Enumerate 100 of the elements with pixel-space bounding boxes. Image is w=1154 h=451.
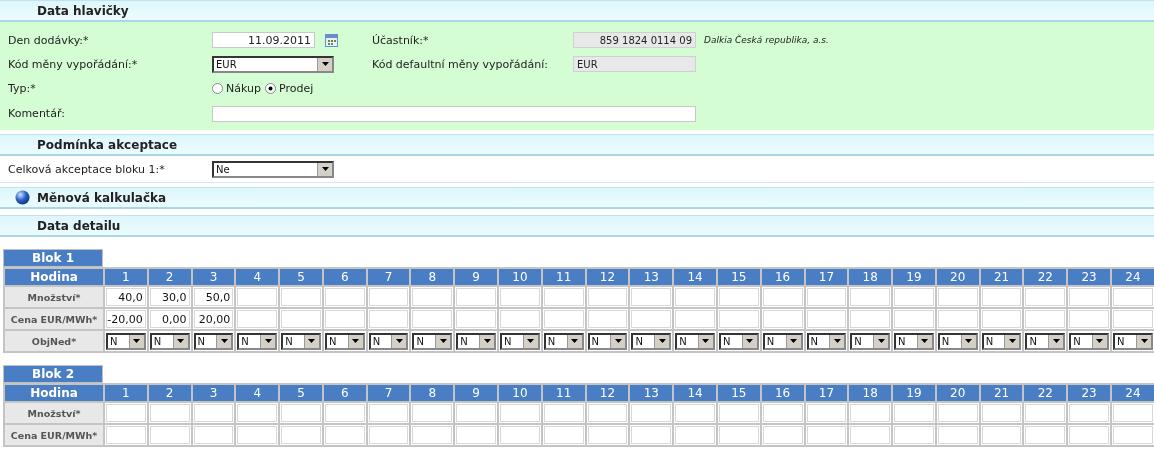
input-field[interactable]	[237, 288, 278, 306]
input-field[interactable]	[456, 310, 497, 328]
comment-field[interactable]	[212, 105, 696, 122]
input-field[interactable]	[806, 426, 847, 444]
input-field[interactable]	[587, 310, 628, 328]
input-field[interactable]	[324, 426, 365, 444]
dropdown[interactable]: N	[1025, 332, 1066, 350]
dropdown[interactable]: N	[850, 332, 891, 350]
input-field[interactable]	[412, 288, 453, 306]
input-field[interactable]	[412, 310, 453, 328]
dropdown[interactable]: N	[937, 332, 978, 350]
input-field[interactable]	[281, 310, 321, 328]
dropdown[interactable]: N	[106, 332, 146, 350]
radio-option[interactable]: Nákup	[212, 82, 261, 95]
input-field[interactable]	[324, 404, 365, 422]
input-field[interactable]	[324, 288, 365, 306]
input-field[interactable]	[281, 426, 321, 444]
section-header[interactable]: Měnová kalkulačka	[0, 187, 1154, 209]
input-field[interactable]	[587, 404, 628, 422]
input-field[interactable]	[675, 404, 715, 422]
dropdown[interactable]: N	[981, 332, 1022, 350]
input-field[interactable]	[237, 426, 278, 444]
input-field[interactable]	[631, 288, 672, 306]
dropdown[interactable]: N	[456, 332, 497, 350]
input-field[interactable]	[1112, 426, 1153, 444]
input-field[interactable]	[1025, 426, 1066, 444]
input-field[interactable]	[937, 288, 978, 306]
input-field[interactable]	[1025, 310, 1066, 328]
input-field[interactable]	[631, 404, 672, 422]
input-field[interactable]	[281, 404, 321, 422]
input-field[interactable]	[456, 426, 497, 444]
input-field[interactable]	[324, 310, 365, 328]
dropdown[interactable]: N	[193, 332, 234, 350]
dropdown[interactable]: N	[500, 332, 540, 350]
input-field[interactable]	[894, 288, 934, 306]
dropdown[interactable]: N	[237, 332, 278, 350]
input-field[interactable]	[149, 426, 190, 444]
dropdown[interactable]: EUR	[212, 55, 334, 73]
dropdown[interactable]: N	[543, 332, 584, 350]
input-field[interactable]	[762, 288, 803, 306]
input-field[interactable]: 50,0	[193, 288, 234, 306]
input-field[interactable]	[1112, 310, 1153, 328]
dropdown[interactable]: N	[675, 332, 715, 350]
dropdown[interactable]: N	[894, 332, 934, 350]
dropdown[interactable]: N	[718, 332, 759, 350]
input-field[interactable]	[106, 426, 146, 444]
input-field[interactable]: 20,00	[193, 310, 234, 328]
input-field[interactable]	[543, 426, 584, 444]
input-field[interactable]	[718, 288, 759, 306]
input-field[interactable]	[762, 426, 803, 444]
input-field[interactable]	[500, 310, 540, 328]
input-field[interactable]	[894, 426, 934, 444]
input-field[interactable]	[368, 404, 409, 422]
date-field[interactable]: 11.09.2011	[212, 32, 315, 48]
input-field[interactable]	[981, 288, 1022, 306]
input-field[interactable]	[543, 404, 584, 422]
input-field[interactable]	[1025, 404, 1066, 422]
input-field[interactable]	[675, 426, 715, 444]
input-field[interactable]: -20,00	[106, 310, 146, 328]
input-field[interactable]	[937, 310, 978, 328]
dropdown[interactable]: N	[806, 332, 847, 350]
input-field[interactable]	[806, 288, 847, 306]
input-field[interactable]	[718, 404, 759, 422]
input-field[interactable]	[718, 426, 759, 444]
input-field[interactable]	[631, 426, 672, 444]
dropdown[interactable]: N	[1069, 332, 1109, 350]
input-field[interactable]	[1112, 288, 1153, 306]
input-field[interactable]	[806, 404, 847, 422]
input-field[interactable]	[456, 404, 497, 422]
dropdown[interactable]: N	[368, 332, 409, 350]
input-field[interactable]	[1069, 288, 1109, 306]
input-field[interactable]	[237, 404, 278, 422]
calendar-icon[interactable]	[325, 33, 338, 47]
input-field[interactable]	[500, 404, 540, 422]
input-field[interactable]	[368, 288, 409, 306]
input-field[interactable]	[237, 310, 278, 328]
input-field[interactable]	[850, 288, 891, 306]
input-field[interactable]	[368, 426, 409, 444]
input-field[interactable]	[193, 404, 234, 422]
input-field[interactable]	[675, 310, 715, 328]
input-field[interactable]	[631, 310, 672, 328]
input-field[interactable]	[937, 426, 978, 444]
input-field[interactable]: 0,00	[149, 310, 190, 328]
input-field[interactable]	[1025, 288, 1066, 306]
input-field[interactable]	[193, 426, 234, 444]
input-field[interactable]	[1069, 404, 1109, 422]
input-field[interactable]	[106, 404, 146, 422]
input-field[interactable]	[806, 310, 847, 328]
input-field[interactable]	[368, 310, 409, 328]
input-field[interactable]: 30,0	[149, 288, 190, 306]
input-field[interactable]	[981, 310, 1022, 328]
input-field[interactable]	[1069, 310, 1109, 328]
input-field[interactable]	[412, 404, 453, 422]
input-field[interactable]	[456, 288, 497, 306]
input-field[interactable]	[281, 288, 321, 306]
dropdown[interactable]: N	[412, 332, 453, 350]
dropdown[interactable]: N	[324, 332, 365, 350]
radio-option[interactable]: Prodej	[264, 82, 314, 95]
dropdown[interactable]: N	[149, 332, 190, 350]
input-field[interactable]	[587, 426, 628, 444]
